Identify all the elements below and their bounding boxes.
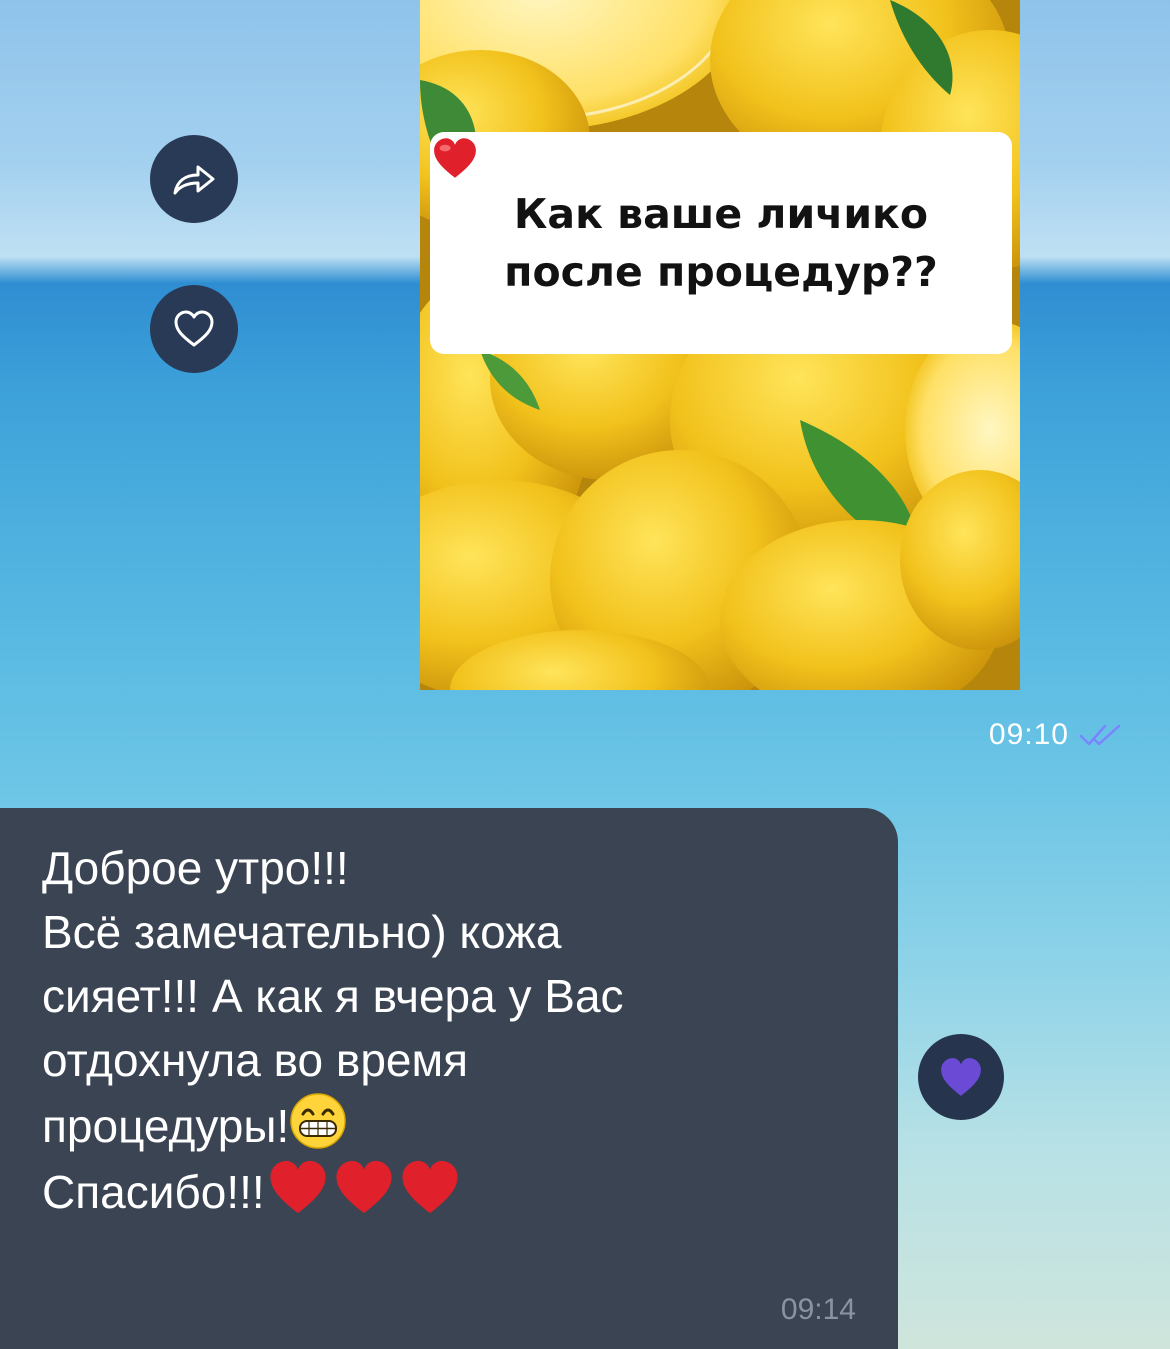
share-button[interactable]: [150, 135, 238, 223]
message-line-with-emoji: Спасибо!!!: [42, 1158, 858, 1224]
message-line: Доброе утро!!!: [42, 842, 349, 894]
incoming-message-bubble[interactable]: Доброе утро!!! Всё замечательно) кожа си…: [0, 808, 898, 1349]
message-line: Спасибо!!!: [42, 1166, 265, 1218]
message-image[interactable]: Как ваше личико после процедур??: [420, 0, 1020, 690]
image-caption-text: Как ваше личико после процедур??: [504, 190, 938, 296]
chat-view: Как ваше личико после процедур?? 09:10 Д…: [0, 0, 1170, 1349]
message-line: Всё замечательно) кожа: [42, 906, 562, 958]
share-icon: [173, 165, 215, 195]
like-button[interactable]: [150, 285, 238, 373]
grinning-face-emoji: [290, 1093, 346, 1149]
outgoing-message-meta: 09:10: [989, 718, 1125, 752]
heart-emoji: [270, 1160, 326, 1214]
heart-emoji: [402, 1160, 458, 1214]
message-reaction[interactable]: [918, 1034, 1004, 1120]
read-check-icon: [1079, 724, 1121, 746]
heart-emoji: [434, 138, 476, 178]
incoming-message-time: 09:14: [780, 1293, 856, 1326]
outgoing-message-time: 09:10: [988, 718, 1069, 751]
heart-emoji: [336, 1160, 392, 1214]
heart-outline-icon: [174, 310, 214, 347]
message-line: сияет!!! А как я вчера у Вас: [42, 970, 624, 1022]
message-line: процедуры!: [42, 1100, 290, 1152]
message-line: отдохнула во время: [42, 1034, 469, 1086]
image-caption-card: Как ваше личико после процедур??: [430, 132, 1012, 354]
purple-heart-emoji: [941, 1058, 981, 1096]
message-line-with-emoji: процедуры!: [42, 1092, 858, 1158]
incoming-message-text: Доброе утро!!! Всё замечательно) кожа си…: [42, 836, 858, 1224]
